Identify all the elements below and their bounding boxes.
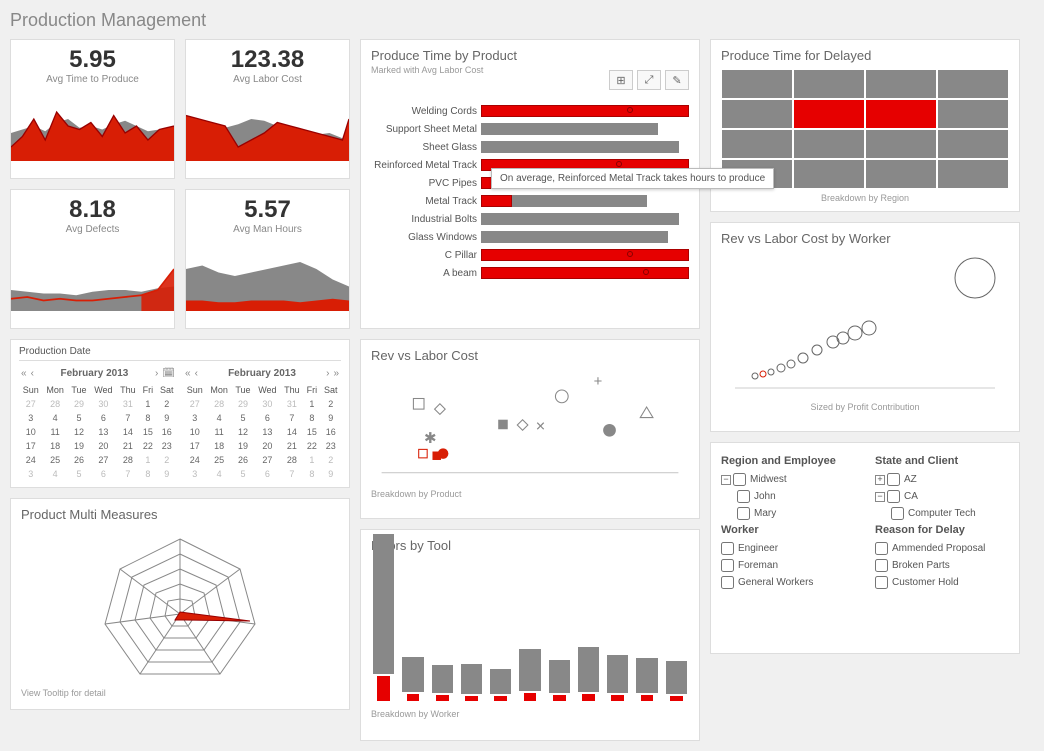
filter-engineer[interactable]: Engineer — [721, 542, 855, 555]
kpi-label: Avg Defects — [11, 224, 174, 235]
checkbox-mary[interactable] — [737, 507, 750, 520]
checkbox-john[interactable] — [737, 490, 750, 503]
svg-text:✱: ✱ — [424, 431, 436, 447]
calendar-month-label: February 2013 — [200, 368, 324, 379]
kpi-value: 5.95 — [11, 46, 174, 74]
kpi-label: Avg Man Hours — [186, 224, 349, 235]
prev-year-icon[interactable]: « — [183, 368, 193, 379]
collapse-icon[interactable]: − — [721, 475, 731, 485]
svg-text:+: + — [594, 374, 603, 390]
multi-measures-title: Product Multi Measures — [21, 507, 339, 522]
kpi-value: 123.38 — [186, 46, 349, 74]
filter-john[interactable]: John — [737, 490, 855, 503]
kpi-label: Avg Labor Cost — [186, 74, 349, 85]
errors-tool-card[interactable]: Errors by Tool Breakdown by Worker — [360, 529, 700, 741]
production-date-card: Production Date « ‹ February 2013 › 🗓 Su… — [10, 339, 350, 488]
checkbox-ca[interactable] — [887, 490, 900, 503]
filter-ca[interactable]: −CA — [875, 490, 1009, 503]
checkbox-midwest[interactable] — [733, 473, 746, 486]
filter-ct[interactable]: Computer Tech — [891, 507, 1009, 520]
kpi-value: 8.18 — [11, 196, 174, 224]
rev-labor-caption: Breakdown by Product — [371, 489, 689, 499]
checkbox-broken[interactable] — [875, 559, 888, 572]
calendar-month-label: February 2013 — [36, 368, 153, 379]
next-year-icon[interactable]: » — [331, 368, 341, 379]
multi-measures-card[interactable]: Product Multi Measures — [10, 498, 350, 710]
rev-worker-title: Rev vs Labor Cost by Worker — [721, 231, 1009, 246]
data-table-button[interactable]: ⊞ — [609, 70, 633, 90]
scatter-rev-worker — [721, 248, 1009, 398]
calendar-grid[interactable]: SunMonTueWedThuFriSat2728293031123456789… — [19, 383, 177, 481]
filter-ammended[interactable]: Ammended Proposal — [875, 542, 1009, 555]
kpi-man-hours[interactable]: 5.57 Avg Man Hours — [185, 189, 350, 329]
kpi-time-to-produce[interactable]: 5.95 Avg Time to Produce — [10, 39, 175, 179]
rev-labor-card[interactable]: Rev vs Labor Cost ✱ ✕ + — [360, 339, 700, 519]
expand-button[interactable]: ⤢ — [637, 70, 661, 90]
collapse-icon[interactable]: − — [875, 492, 885, 502]
calendar-icon[interactable]: 🗓 — [160, 368, 177, 379]
svg-text:✕: ✕ — [535, 418, 546, 433]
barh-container: Welding CordsSupport Sheet MetalSheet Gl… — [371, 103, 689, 281]
errors-tool-title: Errors by Tool — [371, 538, 689, 553]
prev-month-icon[interactable]: ‹ — [29, 368, 36, 379]
ptp-title: Produce Time by Product — [371, 48, 689, 63]
produce-delayed-caption: Breakdown by Region — [721, 193, 1009, 203]
filter-state-title: State and Client — [875, 455, 1009, 467]
spark-defects — [11, 241, 174, 311]
kpi-label: Avg Time to Produce — [11, 74, 174, 85]
filter-hold[interactable]: Customer Hold — [875, 576, 1009, 589]
filter-general[interactable]: General Workers — [721, 576, 855, 589]
filter-mary[interactable]: Mary — [737, 507, 855, 520]
multi-measures-caption: View Tooltip for detail — [21, 688, 339, 698]
filters-card: Region and Employee − Midwest John Mary … — [710, 442, 1020, 654]
prev-year-icon[interactable]: « — [19, 368, 29, 379]
scatter-rev-labor: ✱ ✕ + — [371, 365, 689, 485]
filter-reason-title: Reason for Delay — [875, 524, 1009, 536]
checkbox-general[interactable] — [721, 576, 734, 589]
calendar-grid[interactable]: SunMonTueWedThuFriSat2728293031123456789… — [183, 383, 341, 481]
rev-labor-title: Rev vs Labor Cost — [371, 348, 689, 363]
calendar-right: « ‹ February 2013 › » SunMonTueWedThuFri… — [183, 364, 341, 481]
expand-icon[interactable]: + — [875, 475, 885, 485]
produce-time-product-card[interactable]: Produce Time by Product Marked with Avg … — [360, 39, 700, 329]
errors-tool-caption: Breakdown by Worker — [371, 709, 689, 719]
checkbox-ct[interactable] — [891, 507, 904, 520]
spark-labor — [186, 91, 349, 161]
page-title: Production Management — [10, 10, 1034, 31]
filter-foreman[interactable]: Foreman — [721, 559, 855, 572]
spark-hours — [186, 241, 349, 311]
next-month-icon[interactable]: › — [153, 368, 160, 379]
kpi-defects[interactable]: 8.18 Avg Defects — [10, 189, 175, 329]
edit-button[interactable]: ✎ — [665, 70, 689, 90]
rev-worker-card[interactable]: Rev vs Labor Cost by Worker Sized by Pro… — [710, 222, 1020, 432]
radar-chart — [21, 524, 339, 684]
production-date-title: Production Date — [19, 346, 341, 361]
produce-delayed-title: Produce Time for Delayed — [721, 48, 1009, 63]
filter-region-root[interactable]: − Midwest — [721, 473, 855, 486]
filter-worker-title: Worker — [721, 524, 855, 536]
filter-az[interactable]: +AZ — [875, 473, 1009, 486]
filter-broken[interactable]: Broken Parts — [875, 559, 1009, 572]
checkbox-ammended[interactable] — [875, 542, 888, 555]
checkbox-foreman[interactable] — [721, 559, 734, 572]
next-month-icon[interactable]: › — [324, 368, 331, 379]
kpi-labor-cost[interactable]: 123.38 Avg Labor Cost — [185, 39, 350, 179]
checkbox-hold[interactable] — [875, 576, 888, 589]
checkbox-engineer[interactable] — [721, 542, 734, 555]
rev-worker-caption: Sized by Profit Contribution — [721, 402, 1009, 412]
prev-month-icon[interactable]: ‹ — [193, 368, 200, 379]
calendar-left: « ‹ February 2013 › 🗓 SunMonTueWedThuFri… — [19, 364, 177, 481]
filter-region-title: Region and Employee — [721, 455, 855, 467]
kpi-value: 5.57 — [186, 196, 349, 224]
checkbox-az[interactable] — [887, 473, 900, 486]
spark-time — [11, 91, 174, 161]
chart-tooltip: On average, Reinforced Metal Track takes… — [491, 168, 774, 189]
barv-container — [371, 555, 689, 705]
